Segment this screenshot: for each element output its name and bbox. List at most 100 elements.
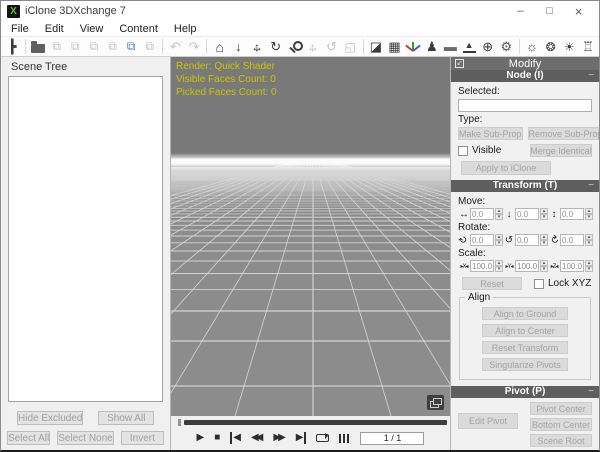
last-frame-button[interactable]: ▶ [296,432,307,444]
bottom-center-button[interactable]: Bottom Center [530,418,592,431]
spinner-down-icon[interactable]: ▾ [540,214,548,220]
axis-gizmo-button[interactable] [404,37,423,56]
collapse-icon[interactable]: − [588,70,594,82]
toolbar-separator [162,39,163,54]
select-all-button[interactable]: Select All [7,431,50,445]
make-sub-prop-button[interactable]: Make Sub-Prop [458,127,523,140]
content-manager-button[interactable]: ⧉ [122,37,141,56]
merge-identical-button[interactable]: Merge Identical [530,144,592,157]
export-obj-button[interactable]: ⧉ [85,37,104,56]
orbit-camera-button[interactable]: ↻ [266,37,285,56]
undock-icon[interactable]: ↙ [455,59,464,68]
align-to-center-button[interactable]: Align to Center [482,324,568,337]
move-tool-button[interactable]: ↔↕ [304,37,323,56]
spinner-down-icon[interactable]: ▾ [495,266,503,272]
menu-view[interactable]: View [72,23,112,35]
minimize-button[interactable]: – [506,1,535,21]
edit-pivot-button[interactable]: Edit Pivot [458,413,518,429]
menu-edit[interactable]: Edit [37,23,72,35]
pivot-center-button[interactable]: Pivot Center [530,402,592,415]
open-file-button[interactable] [29,37,48,56]
collapse-icon[interactable]: − [588,386,594,398]
singularize-pivots-button[interactable]: Singularize Pivots [482,358,568,371]
restore-view-icon[interactable] [427,395,444,410]
timeline-handle[interactable] [178,419,181,426]
collapse-icon[interactable]: − [588,180,594,192]
turtle-display-button[interactable]: ⚙ [497,37,516,56]
frame-rate-button[interactable] [339,434,349,443]
move-z-input[interactable] [560,208,584,220]
image-plane-button[interactable]: ▬ [441,37,460,56]
section-header-node[interactable]: Node (I) − [451,70,599,82]
invert-button[interactable]: Invert [121,431,164,445]
move-x-input[interactable] [470,208,494,220]
redo-button[interactable]: ↷ [185,37,204,56]
scale-y-input[interactable] [515,260,539,272]
spinner-down-icon[interactable]: ▾ [495,214,503,220]
reset-button[interactable]: Reset [462,277,522,290]
background-color-button[interactable]: ◪ [367,37,386,56]
pivot-display-button[interactable]: ▲ [460,37,479,56]
scale-tool-button[interactable]: ◱ [341,37,360,56]
pan-camera-button[interactable]: ↔↕ [248,37,267,56]
rotate-z-input[interactable] [560,234,584,246]
home-view-button[interactable]: ⌂ [210,37,229,56]
selected-node-input[interactable] [458,99,592,112]
scale-z-icon: ▸Z◂ [548,263,560,270]
section-header-transform[interactable]: Transform (T) − [451,180,599,192]
fit-view-button[interactable]: ↓ [229,37,248,56]
hide-excluded-button[interactable]: Hide Excluded [17,411,83,425]
select-none-button[interactable]: Select None [57,431,113,445]
lock-xyz-checkbox[interactable] [534,279,544,289]
scene-root-button[interactable]: Scene Root [530,434,592,447]
export-character-button[interactable]: ⧉ [103,37,122,56]
align-to-ground-button[interactable]: Align to Ground [482,307,568,320]
scene-tree-list[interactable] [8,76,163,402]
menu-file[interactable]: File [3,23,37,35]
apply-to-iclone-button[interactable]: Apply to iClone [461,161,551,175]
undo-button[interactable]: ↶ [166,37,185,56]
rotate-y-input[interactable] [515,234,539,246]
spinner-down-icon[interactable]: ▾ [585,240,593,246]
point-light-button[interactable]: ☼ [523,37,542,56]
stop-button[interactable]: ■ [214,432,220,444]
scale-x-input[interactable] [470,260,494,272]
spinner-down-icon[interactable]: ▾ [540,266,548,272]
grid-toggle-button[interactable]: ▦ [385,37,404,56]
directional-light-button[interactable]: ☀ [560,37,579,56]
loop-button[interactable] [316,434,329,442]
rotate-x-input[interactable] [470,234,494,246]
next-frame-button[interactable]: ▶▶ [273,432,285,444]
spinner-down-icon[interactable]: ▾ [495,240,503,246]
scale-z-input[interactable] [560,260,584,272]
section-header-pivot[interactable]: Pivot (P) − [451,386,599,398]
first-frame-button[interactable]: ◀ [230,432,241,444]
frame-counter[interactable]: 1 / 1 [360,432,424,445]
timeline-track[interactable] [184,420,447,425]
visible-checkbox[interactable] [458,146,468,156]
spinner-down-icon[interactable]: ▾ [585,266,593,272]
playback-controls: ▶■◀◀◀▶▶▶1 / 1 [171,428,450,450]
zoom-camera-button[interactable] [285,37,304,56]
viewport-3d[interactable]: Render: Quick Shader Visible Faces Count… [171,57,450,416]
play-button[interactable]: ▶ [197,432,205,444]
maximize-button[interactable]: □ [535,1,564,21]
previous-frame-button[interactable]: ◀◀ [251,432,263,444]
close-button[interactable]: × [564,1,593,21]
remove-sub-prop-button[interactable]: Remove Sub-Prop [528,127,599,140]
stage-building-button[interactable]: ♖ [579,37,598,56]
spot-light-button[interactable]: ❂ [541,37,560,56]
refresh-content-button[interactable]: ⧉ [140,37,159,56]
character-display-button[interactable]: ♟ [422,37,441,56]
export-fbx-button[interactable]: ⧉ [66,37,85,56]
scene-tree-toggle-button[interactable]: ┣ [3,37,22,56]
menu-content[interactable]: Content [111,23,166,35]
world-axis-button[interactable]: ⊕ [478,37,497,56]
spinner-down-icon[interactable]: ▾ [585,214,593,220]
menu-help[interactable]: Help [166,23,205,35]
show-all-button[interactable]: Show All [98,411,154,425]
move-y-input[interactable] [515,208,539,220]
rotate-tool-button[interactable]: ↺ [322,37,341,56]
reset-transform-button[interactable]: Reset Transform [482,341,568,354]
export-file-button[interactable]: ⧉ [47,37,66,56]
